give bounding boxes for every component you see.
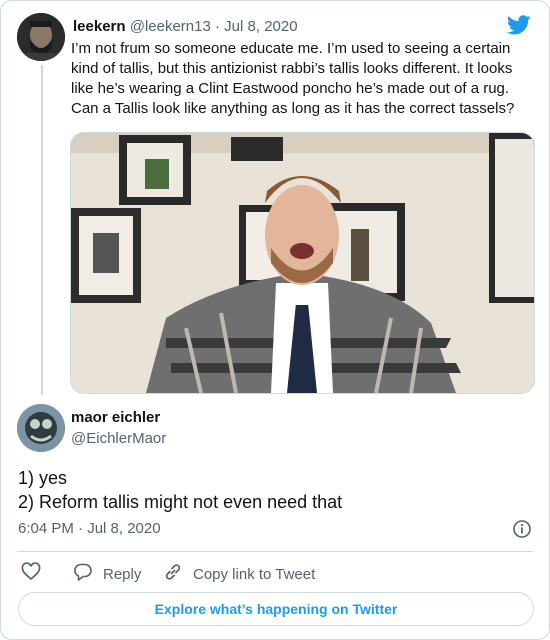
copy-link-button[interactable]: Copy link to Tweet [163,562,315,586]
reply-bubble-icon [73,562,93,586]
tweet-date[interactable]: Jul 8, 2020 [224,18,297,35]
heart-icon [21,562,41,586]
handle[interactable]: @leekern13 [130,18,211,35]
reply-line-2: 2) Reform tallis might not even need tha… [18,492,343,512]
tweet-text: I’m not frum so someone educate me. I’m … [71,40,515,117]
separator-dot: · [215,18,220,35]
explore-twitter-button[interactable]: Explore what’s happening on Twitter [18,592,534,626]
reply-timestamp[interactable]: 6:04 PM · Jul 8, 2020 [18,520,161,537]
tweet-media-image[interactable] [70,132,535,394]
reply-display-name[interactable]: maor eichler [71,409,160,426]
link-icon [163,562,183,586]
avatar-leekern[interactable] [17,13,65,61]
display-name[interactable]: leekern [73,18,126,35]
reply-text: 1) yes 2) Reform tallis might not even n… [18,466,528,514]
reply-handle[interactable]: @EichlerMaor [71,430,166,447]
copy-link-label: Copy link to Tweet [193,565,316,583]
reply-button[interactable]: Reply [73,562,141,586]
info-icon[interactable] [513,520,531,538]
divider [17,551,533,552]
like-button[interactable] [21,562,41,586]
thread-connector [41,65,43,395]
avatar-eichlermaor[interactable] [17,404,65,452]
reply-label: Reply [103,565,142,583]
tweet-header: leekern @leekern13 · Jul 8, 2020 [73,17,298,37]
twitter-bird-icon[interactable] [506,15,531,35]
reply-line-1: 1) yes [18,468,68,488]
embedded-tweet-card: leekern @leekern13 · Jul 8, 2020 I’m not… [0,0,550,640]
